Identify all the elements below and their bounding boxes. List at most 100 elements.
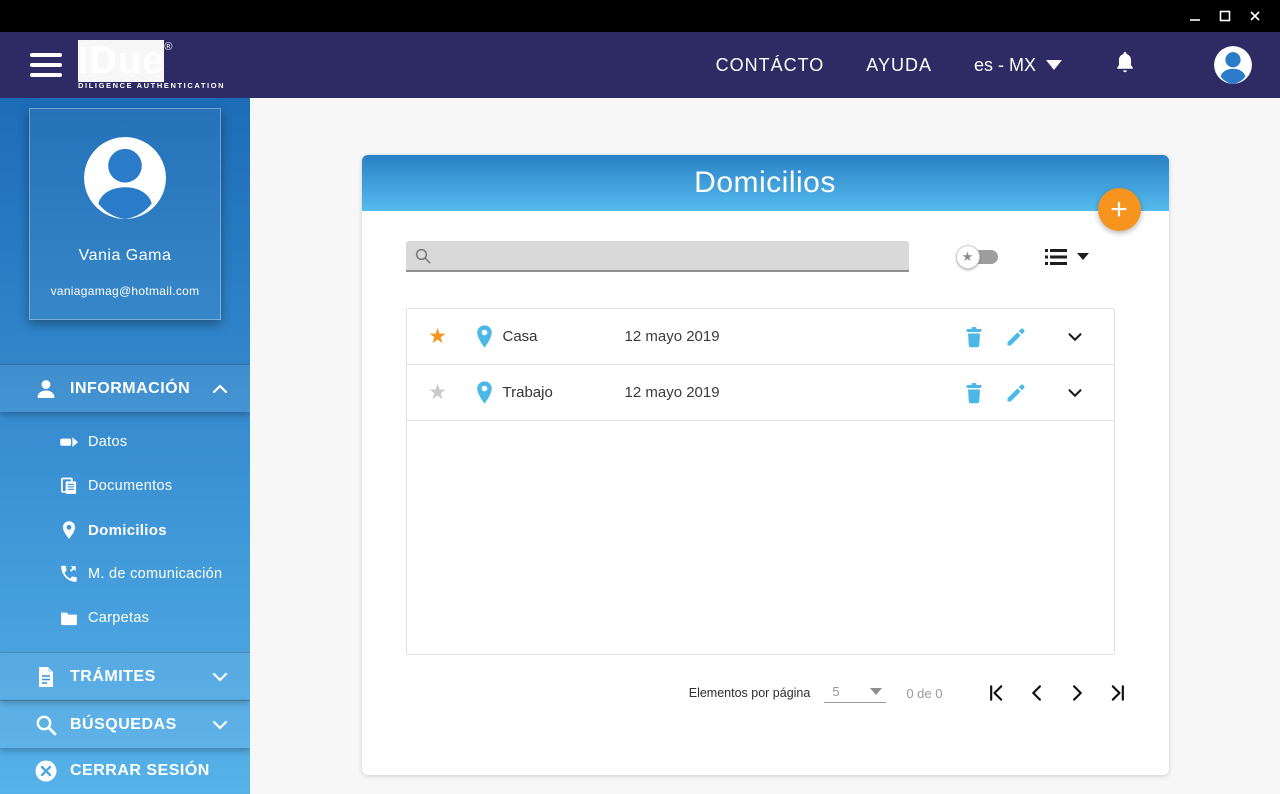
logo-tagline: DILIGENCE AUTHENTICATION xyxy=(78,81,226,91)
logo-title: IDue xyxy=(78,40,165,83)
card-icon xyxy=(60,437,79,447)
edit-button[interactable] xyxy=(1004,381,1028,405)
minimize-icon xyxy=(1190,19,1200,21)
file-icon xyxy=(39,666,53,687)
profile-card: Vania Gama vaniagamag@hotmail.com xyxy=(29,108,221,320)
row-actions xyxy=(962,325,1086,349)
sidebar-section-tramites[interactable]: TRÁMITES xyxy=(0,652,250,700)
sidebar-item-datos[interactable]: Datos xyxy=(0,420,250,464)
page-title: Domicilios xyxy=(694,166,836,199)
sidebar: Vania Gama vaniagamag@hotmail.com INFORM… xyxy=(0,98,250,794)
domicilios-list: ★ Casa 12 mayo 2019 ★ Trabajo 12 mayo 20… xyxy=(405,308,1115,655)
favorite-star-icon[interactable]: ★ xyxy=(427,324,449,349)
pagination-nav xyxy=(987,683,1127,703)
sidebar-section-label: INFORMACIÓN xyxy=(70,379,191,397)
location-pin-icon xyxy=(476,381,492,404)
chevron-down-icon xyxy=(212,720,228,730)
phone-icon xyxy=(61,565,77,582)
chevron-down-icon xyxy=(870,687,883,695)
items-per-page-label: Elementos por página xyxy=(688,686,811,700)
domicilio-date: 12 mayo 2019 xyxy=(624,328,720,345)
logout-button[interactable]: CERRAR SESIÓN xyxy=(0,748,250,794)
nav-help[interactable]: AYUDA xyxy=(866,55,932,76)
notifications-button[interactable] xyxy=(1114,50,1136,81)
domicilio-date: 12 mayo 2019 xyxy=(624,384,720,401)
logout-label: CERRAR SESIÓN xyxy=(70,762,210,779)
chevron-up-icon xyxy=(212,383,228,393)
toolbar-right: ★ xyxy=(955,244,1129,269)
first-page-button[interactable] xyxy=(987,683,1007,703)
user-avatar[interactable] xyxy=(1214,46,1252,84)
search-box xyxy=(405,241,909,272)
sidebar-section-informacion[interactable]: INFORMACIÓN xyxy=(0,364,250,412)
profile-name: Vania Gama xyxy=(78,247,172,264)
previous-page-button[interactable] xyxy=(1027,683,1047,703)
profile-avatar xyxy=(84,137,166,219)
maximize-icon xyxy=(1219,10,1231,22)
close-button[interactable] xyxy=(1240,4,1270,28)
bell-icon xyxy=(1117,51,1133,72)
add-domicilio-button[interactable]: + xyxy=(1097,188,1141,231)
language-value: es - MX xyxy=(973,54,1036,75)
delete-button[interactable] xyxy=(962,325,986,349)
domicilio-name: Casa xyxy=(502,328,538,345)
close-icon xyxy=(1250,11,1260,21)
nav-contact[interactable]: CONTÁCTO xyxy=(716,55,825,76)
main-content: Domicilios + ★ ★ Casa 12 mayo 2019 ★ Tra… xyxy=(250,98,1280,794)
next-page-button[interactable] xyxy=(1067,683,1087,703)
header-nav: CONTÁCTO AYUDA es - MX xyxy=(716,46,1252,84)
list-item: ★ Casa 12 mayo 2019 xyxy=(406,309,1114,365)
row-actions xyxy=(962,381,1086,405)
domicilio-name: Trabajo xyxy=(502,384,553,401)
expand-row-button[interactable] xyxy=(1064,326,1086,348)
page-range-label: 0 de 0 xyxy=(906,685,943,701)
sidebar-item-label: Carpetas xyxy=(88,610,150,626)
favorites-filter-toggle[interactable]: ★ xyxy=(955,244,1000,269)
card-header: Domicilios xyxy=(361,155,1169,211)
app-header: IDue® DILIGENCE AUTHENTICATION CONTÁCTO … xyxy=(0,32,1280,98)
toolbar: ★ xyxy=(362,211,1169,272)
sidebar-item-documentos[interactable]: Documentos xyxy=(0,464,250,508)
language-selector[interactable]: es - MX xyxy=(974,55,1062,76)
location-pin-icon xyxy=(476,325,492,348)
app-logo: IDue® DILIGENCE AUTHENTICATION xyxy=(78,40,226,91)
list-view-icon xyxy=(1044,248,1067,265)
search-icon xyxy=(415,248,430,263)
last-page-button[interactable] xyxy=(1107,683,1127,703)
search-input[interactable] xyxy=(431,247,901,264)
profile-email: vaniagamag@hotmail.com xyxy=(50,284,200,298)
pin-icon xyxy=(62,521,76,539)
sidebar-item-carpetas[interactable]: Carpetas xyxy=(0,596,250,640)
sidebar-item-label: Datos xyxy=(88,434,128,450)
registered-mark: ® xyxy=(164,41,173,54)
favorite-star-icon[interactable]: ★ xyxy=(427,380,449,405)
page-size-value: 5 xyxy=(832,683,840,699)
sidebar-item-domicilios[interactable]: Domicilios xyxy=(0,508,250,552)
maximize-button[interactable] xyxy=(1210,4,1240,28)
close-circle-icon xyxy=(35,760,57,782)
list-item: ★ Trabajo 12 mayo 2019 xyxy=(406,365,1114,421)
chevron-down-icon xyxy=(1076,253,1089,260)
domicilios-card: Domicilios + ★ ★ Casa 12 mayo 2019 ★ Tra… xyxy=(361,155,1169,775)
documents-icon xyxy=(61,477,77,494)
sidebar-item-label: Documentos xyxy=(88,478,173,494)
minimize-button[interactable] xyxy=(1180,4,1210,28)
page-size-select[interactable]: 5 xyxy=(824,683,887,703)
sidebar-item-m-de-comunicacion[interactable]: M. de comunicación xyxy=(0,552,250,596)
informacion-subnav: Datos Documentos Domicilios M. de comuni… xyxy=(0,412,250,652)
sidebar-section-busquedas[interactable]: BÚSQUEDAS xyxy=(0,700,250,748)
expand-row-button[interactable] xyxy=(1064,382,1086,404)
sidebar-section-label: BÚSQUEDAS xyxy=(70,715,177,733)
delete-button[interactable] xyxy=(962,381,986,405)
star-icon: ★ xyxy=(955,244,980,269)
sidebar-item-label: M. de comunicación xyxy=(88,566,223,582)
menu-button[interactable] xyxy=(30,53,62,77)
person-icon xyxy=(37,379,55,398)
plus-icon: + xyxy=(1110,192,1128,226)
hamburger-icon xyxy=(30,53,62,57)
view-options-dropdown[interactable] xyxy=(1044,247,1089,267)
pagination: Elementos por página 5 0 de 0 xyxy=(362,655,1169,703)
sidebar-item-label: Domicilios xyxy=(88,521,167,539)
chevron-down-icon xyxy=(212,672,228,682)
edit-button[interactable] xyxy=(1004,325,1028,349)
